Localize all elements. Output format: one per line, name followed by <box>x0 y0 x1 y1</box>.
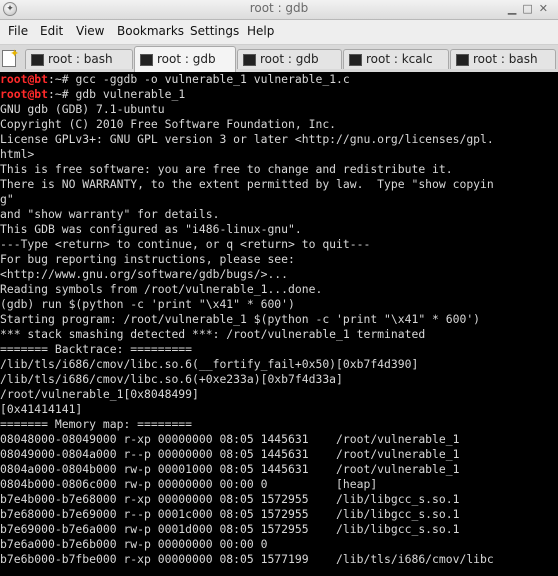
tab-label: root : gdb <box>157 52 216 66</box>
tab-label: root : bash <box>48 52 113 66</box>
terminal-line: html> <box>0 147 35 161</box>
terminal-line: and "show warranty" for details. <box>0 207 220 221</box>
tab-bar: ✦ root : bash root : gdb root : gdb root… <box>0 45 558 73</box>
prompt-suffix: :~# <box>48 87 76 101</box>
terminal-line: This GDB was configured as "i486-linux-g… <box>0 222 302 236</box>
command-text: gdb vulnerable_1 <box>75 87 186 101</box>
terminal-line: This is free software: you are free to c… <box>0 162 453 176</box>
sparkle-icon: ✦ <box>10 47 20 60</box>
terminal-line: Copyright (C) 2010 Free Software Foundat… <box>0 117 337 131</box>
terminal-line: For bug reporting instructions, please s… <box>0 252 295 266</box>
terminal-line: [0x41414141] <box>0 402 83 416</box>
terminal-line: There is NO WARRANTY, to the extent perm… <box>0 177 494 191</box>
window-titlebar: ✦ root : gdb ▁□✕ <box>0 0 558 20</box>
terminal-line: g" <box>0 192 14 206</box>
maximize-icon[interactable]: □ <box>522 2 538 15</box>
tab-label: root : bash <box>473 52 538 66</box>
terminal-line: <http://www.gnu.org/software/gdb/bugs/>.… <box>0 267 289 281</box>
terminal-line: /root/vulnerable_1[0x8048499] <box>0 387 199 401</box>
terminal-icon <box>31 54 44 66</box>
terminal-command-line: root@bt:~# gdb vulnerable_1 <box>0 87 186 101</box>
tab-root-bash-2[interactable]: root : bash <box>450 49 556 69</box>
terminal-line: ======= Memory map: ======== <box>0 417 193 431</box>
terminal-output[interactable]: root@bt:~# gcc -ggdb -o vulnerable_1 vul… <box>0 72 558 576</box>
prompt-host: bt <box>34 72 49 86</box>
menu-file[interactable]: File <box>8 24 28 38</box>
terminal-line: b7e69000-b7e6a000 rw-p 0001d000 08:05 15… <box>0 522 460 536</box>
window-title: root : gdb <box>249 1 309 15</box>
menu-settings[interactable]: Settings <box>190 24 239 38</box>
terminal-line: 08048000-08049000 r-xp 00000000 08:05 14… <box>0 432 460 446</box>
terminal-line: ======= Backtrace: ========= <box>0 342 193 356</box>
terminal-line: /lib/tls/i686/cmov/libc.so.6(+0xe233a)[0… <box>0 372 343 386</box>
terminal-line: 08049000-0804a000 r--p 00000000 08:05 14… <box>0 447 460 461</box>
window-controls: ▁□✕ <box>508 2 554 15</box>
menu-bar: File Edit View Bookmarks Settings Help <box>0 20 558 45</box>
minimize-icon[interactable]: ▁ <box>508 2 522 15</box>
prompt-suffix: :~# <box>48 72 76 86</box>
prompt-host: bt <box>34 87 49 101</box>
tab-root-kcalc[interactable]: root : kcalc <box>343 49 449 69</box>
new-tab-button[interactable]: ✦ <box>2 47 20 67</box>
menu-edit[interactable]: Edit <box>40 24 63 38</box>
tab-root-bash-1[interactable]: root : bash <box>25 49 133 69</box>
prompt-user: root <box>0 72 28 86</box>
terminal-line: 0804b000-0806c000 rw-p 00000000 00:00 0 … <box>0 477 378 491</box>
terminal-line: ---Type <return> to continue, or q <retu… <box>0 237 371 251</box>
terminal-line: Reading symbols from /root/vulnerable_1.… <box>0 282 323 296</box>
menu-help[interactable]: Help <box>247 24 274 38</box>
terminal-line: b7e4b000-b7e68000 r-xp 00000000 08:05 15… <box>0 492 460 506</box>
terminal-icon <box>349 54 362 66</box>
command-text: gcc -ggdb -o vulnerable_1 vulnerable_1.c <box>75 72 350 86</box>
terminal-line: b7e68000-b7e69000 r--p 0001c000 08:05 15… <box>0 507 460 521</box>
terminal-line: /lib/tls/i686/cmov/libc.so.6(__fortify_f… <box>0 357 419 371</box>
terminal-icon <box>456 54 469 66</box>
tab-root-gdb-active[interactable]: root : gdb <box>134 46 236 72</box>
terminal-line: Starting program: /root/vulnerable_1 $(p… <box>0 312 481 326</box>
terminal-icon <box>243 54 256 66</box>
terminal-line: (gdb) run $(python -c 'print "\x41" * 60… <box>0 297 295 311</box>
terminal-icon <box>140 54 153 66</box>
terminal-line: b7e6a000-b7e6b000 rw-p 00000000 00:00 0 <box>0 537 268 551</box>
close-icon[interactable]: ✕ <box>539 2 554 15</box>
menu-bookmarks[interactable]: Bookmarks <box>117 24 184 38</box>
tab-label: root : kcalc <box>366 52 433 66</box>
terminal-line: 0804a000-0804b000 rw-p 00001000 08:05 14… <box>0 462 460 476</box>
terminal-line: *** stack smashing detected ***: /root/v… <box>0 327 426 341</box>
terminal-command-line: root@bt:~# gcc -ggdb -o vulnerable_1 vul… <box>0 72 350 86</box>
tab-root-gdb-2[interactable]: root : gdb <box>237 49 342 69</box>
prompt-user: root <box>0 87 28 101</box>
terminal-line: GNU gdb (GDB) 7.1-ubuntu <box>0 102 165 116</box>
terminal-line: b7e6b000-b7fbe000 r-xp 00000000 08:05 15… <box>0 552 494 566</box>
tab-label: root : gdb <box>260 52 319 66</box>
menu-view[interactable]: View <box>76 24 104 38</box>
terminal-line: License GPLv3+: GNU GPL version 3 or lat… <box>0 132 494 146</box>
